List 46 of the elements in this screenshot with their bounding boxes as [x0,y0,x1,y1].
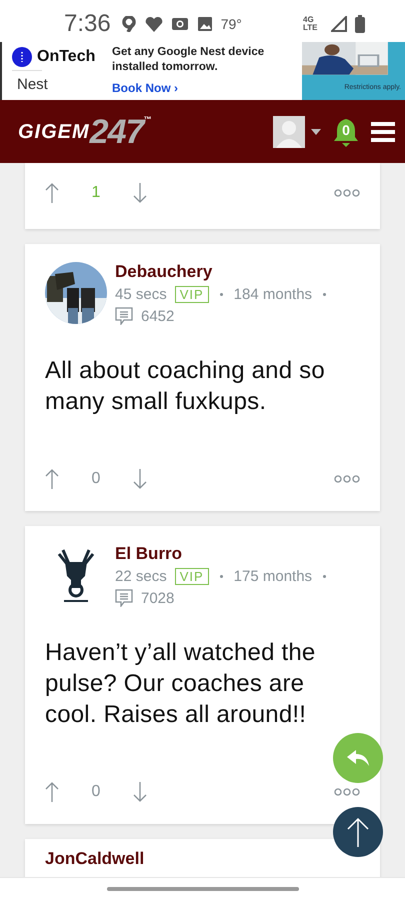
username[interactable]: JonCaldwell [45,849,144,868]
brand-name: OnTech [37,48,96,66]
upvote-icon[interactable] [45,782,59,802]
arrow-up-icon[interactable] [347,817,369,847]
dropdown-caret-icon[interactable] [311,128,321,134]
signal-icon [331,16,347,32]
post-text: Haven’t y’all watched the pulse? Our coaches are cool. Raises all around!! [45,638,316,730]
battery-icon [355,15,365,33]
downvote-icon[interactable] [133,782,147,802]
vote-score: 1 [90,184,102,202]
vip-badge: VIP [174,568,209,585]
temperature: 79° [220,16,242,32]
comment-icon [115,307,133,325]
partner-name: Nest [17,76,48,92]
comment-count: 6452 [141,308,174,324]
site-logo[interactable]: GIGEM247™ [18,114,152,148]
username[interactable]: El Burro [115,544,330,564]
ad-headline: Get any Google Nest device installed tomorrow. [112,45,266,75]
upvote-icon[interactable] [45,183,59,203]
menu-icon[interactable] [371,120,395,142]
more-options-icon[interactable] [334,788,360,796]
vote-score: 0 [90,470,102,488]
post-text: All about coaching and so many small fuxkups. [45,356,326,417]
downvote-icon[interactable] [133,183,147,203]
vip-badge: VIP [174,286,209,303]
heart-icon [144,16,163,32]
image-icon [196,16,213,32]
clock: 7:36 [64,10,111,38]
upvote-icon[interactable] [45,469,59,489]
ontech-logo-icon [12,47,32,67]
member-tenure: 184 months [234,286,312,303]
member-tenure: 175 months [234,568,312,585]
post-age: 22 secs [115,568,167,585]
book-now-link[interactable]: Book Now › [112,81,302,95]
comment-icon [115,589,133,607]
reply-icon[interactable] [346,748,370,768]
more-options-icon[interactable] [334,189,360,197]
more-options-icon[interactable] [334,475,360,483]
vote-score: 0 [90,783,102,801]
network-label: 4G LTE [303,16,319,32]
username[interactable]: Debauchery [115,262,330,282]
post-age: 45 secs [115,286,167,303]
downvote-icon[interactable] [133,469,147,489]
comment-count: 7028 [141,590,174,606]
camera-icon [170,17,189,31]
chevron-icon: › [174,81,178,95]
